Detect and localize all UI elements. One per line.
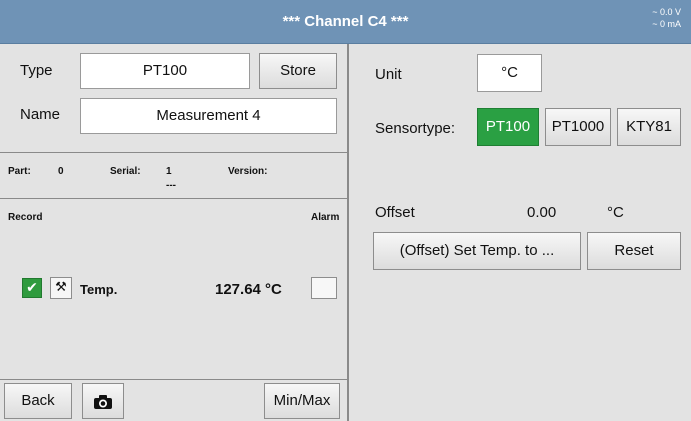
set-temp-button[interactable]: (Offset) Set Temp. to ... xyxy=(373,232,581,270)
serial-value: 1 xyxy=(166,166,172,177)
voltage-readout: ~ 0.0 V xyxy=(652,7,681,17)
current-readout: ~ 0 mA xyxy=(652,19,681,29)
version-value: --- xyxy=(166,180,176,191)
unit-label: Unit xyxy=(375,66,402,83)
name-label: Name xyxy=(20,106,61,123)
unit-field[interactable]: °C xyxy=(477,54,542,92)
type-field[interactable]: PT100 xyxy=(80,53,250,89)
minmax-button[interactable]: Min/Max xyxy=(264,383,340,419)
sensortype-label: Sensortype: xyxy=(375,120,456,137)
divider-info xyxy=(0,152,347,153)
name-field[interactable]: Measurement 4 xyxy=(80,98,337,134)
channel-title: *** Channel C4 *** xyxy=(282,13,409,30)
sensor-option-pt100[interactable]: PT100 xyxy=(477,108,539,146)
measurement-value: 127.64 °C xyxy=(215,281,282,298)
reset-button[interactable]: Reset xyxy=(587,232,681,270)
measurement-name: Temp. xyxy=(80,282,118,297)
part-label: Part: xyxy=(8,166,31,177)
camera-icon xyxy=(94,395,112,409)
type-label: Type xyxy=(20,62,53,79)
signal-readouts: ~ 0.0 V ~ 0 mA xyxy=(621,6,681,30)
right-panel: Unit °C Sensortype: PT100 PT1000 KTY81 O… xyxy=(349,44,691,421)
sensor-option-pt1000[interactable]: PT1000 xyxy=(545,108,611,146)
offset-label: Offset xyxy=(375,204,415,221)
alarm-label: Alarm xyxy=(311,212,340,223)
divider-footer xyxy=(0,379,347,380)
title-bar: *** Channel C4 *** ~ 0.0 V ~ 0 mA xyxy=(0,0,691,44)
record-label: Record xyxy=(8,212,43,223)
offset-value: 0.00 xyxy=(527,204,557,221)
version-label: Version: xyxy=(228,166,268,177)
divider-record xyxy=(0,198,347,199)
wrench-icon[interactable]: ⚒ xyxy=(50,277,72,299)
store-button[interactable]: Store xyxy=(259,53,337,89)
serial-label: Serial: xyxy=(110,166,141,177)
back-button[interactable]: Back xyxy=(4,383,72,419)
part-value: 0 xyxy=(58,166,64,177)
offset-unit: °C xyxy=(607,204,624,221)
alarm-checkbox[interactable] xyxy=(311,277,337,299)
record-checkbox[interactable]: ✔ xyxy=(22,278,42,298)
sensor-option-kty81[interactable]: KTY81 xyxy=(617,108,681,146)
left-panel: Type PT100 Store Name Measurement 4 Part… xyxy=(0,44,349,421)
camera-button[interactable] xyxy=(82,383,124,419)
